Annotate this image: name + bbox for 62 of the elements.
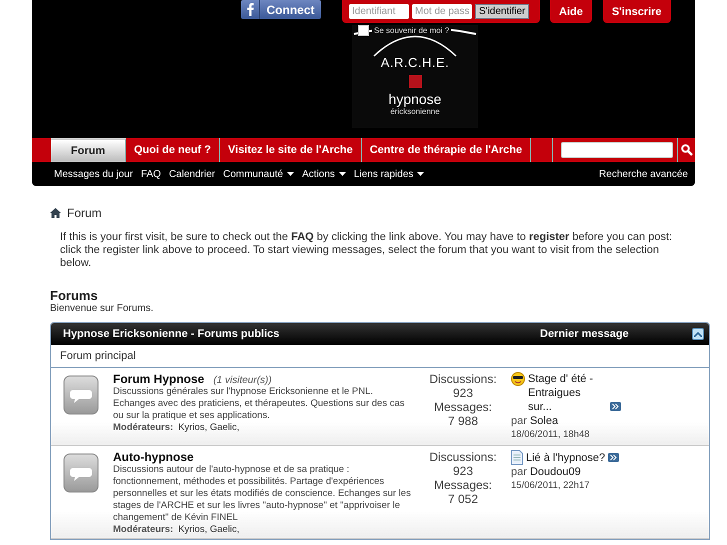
- author-link[interactable]: Doudou09: [530, 466, 581, 478]
- caret-icon[interactable]: [338, 172, 346, 176]
- go-to-post-icon[interactable]: [610, 402, 621, 411]
- discussion-count: 923: [452, 386, 474, 400]
- sub-nav-link[interactable]: FAQ: [140, 168, 161, 180]
- remember-label: Se souvenir de moi ?: [372, 26, 452, 35]
- message-count: 7 052: [446, 492, 480, 506]
- login-button[interactable]: S'identifier: [475, 4, 530, 19]
- speech-bubble-icon: [63, 453, 99, 493]
- post-date: 15/06/2011, 22h17: [511, 479, 591, 493]
- caret-up-icon: [694, 332, 702, 336]
- nav-tab[interactable]: Forum: [51, 138, 126, 162]
- moderators-label: Modérateurs:: [113, 422, 174, 433]
- forum-description: Discussions autour de l'auto-hypnose et de sa pratique : fonctionnement, méthodes et possibilités. Partage d'expériences personnelles et sur les états modifiés de conscience. Echanges sur les stages de l'ARCHE et sur les livres "auto-hypnose" et "apprivoiser le changement" de Kévin FINEL: [113, 464, 412, 524]
- caret-icon[interactable]: [417, 172, 424, 176]
- stat-label: Discussions:: [428, 372, 498, 386]
- search-button[interactable]: [677, 138, 695, 162]
- sub-nav-link[interactable]: Messages du jour: [54, 168, 133, 180]
- moderator-links[interactable]: Kyrios, Gaelic,: [178, 524, 240, 535]
- column-header: Dernier message: [540, 328, 630, 340]
- author-link[interactable]: Solea: [530, 415, 558, 427]
- advanced-search-link[interactable]: Recherche avancée: [599, 168, 688, 180]
- help-button[interactable]: Aide: [550, 0, 592, 23]
- stat-label: Messages:: [432, 478, 494, 492]
- breadcrumb-link[interactable]: Forum: [67, 206, 102, 220]
- register-button[interactable]: S'inscrire: [602, 0, 671, 23]
- moderator-links[interactable]: Kyrios, Gaelic,: [178, 422, 240, 433]
- discussion-count: 923: [452, 464, 474, 478]
- caret-icon[interactable]: [287, 172, 294, 176]
- forum-description: Discussions générales sur l'hypnose Ericksonienne et le PNL. Echanges avec des praticiens, et thérapeutes. Questions sur des cas ou sur la pratique et ses applications.: [113, 386, 406, 422]
- last-post-link[interactable]: Lié à l'hypnose?: [526, 451, 606, 465]
- forum-title-link[interactable]: Auto-hypnose: [113, 450, 194, 464]
- visitor-count: (1 visiteur(s)): [213, 375, 272, 386]
- go-to-post-icon[interactable]: [608, 453, 620, 462]
- sunglasses-smiley-icon: [511, 372, 525, 386]
- facebook-connect-button[interactable]: Connect: [241, 0, 321, 19]
- moderators-label: Modérateurs:: [113, 524, 174, 535]
- document-icon: [511, 450, 523, 465]
- forums-heading: Forums: [50, 288, 99, 303]
- by-label: par: [511, 415, 527, 427]
- sub-nav-link[interactable]: Communauté: [223, 168, 294, 180]
- category-title[interactable]: Hypnose Ericksonienne - Forums publics: [63, 328, 280, 340]
- sub-nav-link[interactable]: Actions: [302, 168, 346, 180]
- search-icon: [680, 144, 692, 156]
- home-icon[interactable]: [50, 208, 61, 218]
- message-count: 7 988: [446, 414, 480, 428]
- stat-label: Messages:: [432, 400, 494, 414]
- welcome-notice: If this is your first visit, be sure to check out the FAQ by clicking the link above. You may have to register before you can post: click the register link above to proceed. To start viewing messages, select the forum that you want to visit from the selection below.: [60, 231, 674, 270]
- sub-nav-link[interactable]: Calendrier: [168, 168, 216, 180]
- username-field[interactable]: Identifiant: [349, 4, 409, 19]
- forums-subtitle: Bienvenue sur Forums.: [50, 303, 154, 314]
- remember-checkbox[interactable]: [358, 25, 369, 36]
- search-field[interactable]: [561, 142, 673, 158]
- last-post-link[interactable]: Stage d' été - Entraigues sur...: [528, 372, 607, 414]
- collapse-button[interactable]: [692, 328, 704, 340]
- forum-title-link[interactable]: Forum Hypnose: [113, 372, 204, 386]
- stat-label: Discussions:: [428, 450, 498, 464]
- post-date: 18/06/2011, 18h48: [511, 428, 591, 442]
- sub-nav-link[interactable]: Liens rapides: [354, 168, 424, 180]
- by-label: par: [511, 466, 527, 478]
- speech-bubble-icon: [63, 375, 99, 415]
- password-field[interactable]: Mot de pass: [412, 4, 472, 19]
